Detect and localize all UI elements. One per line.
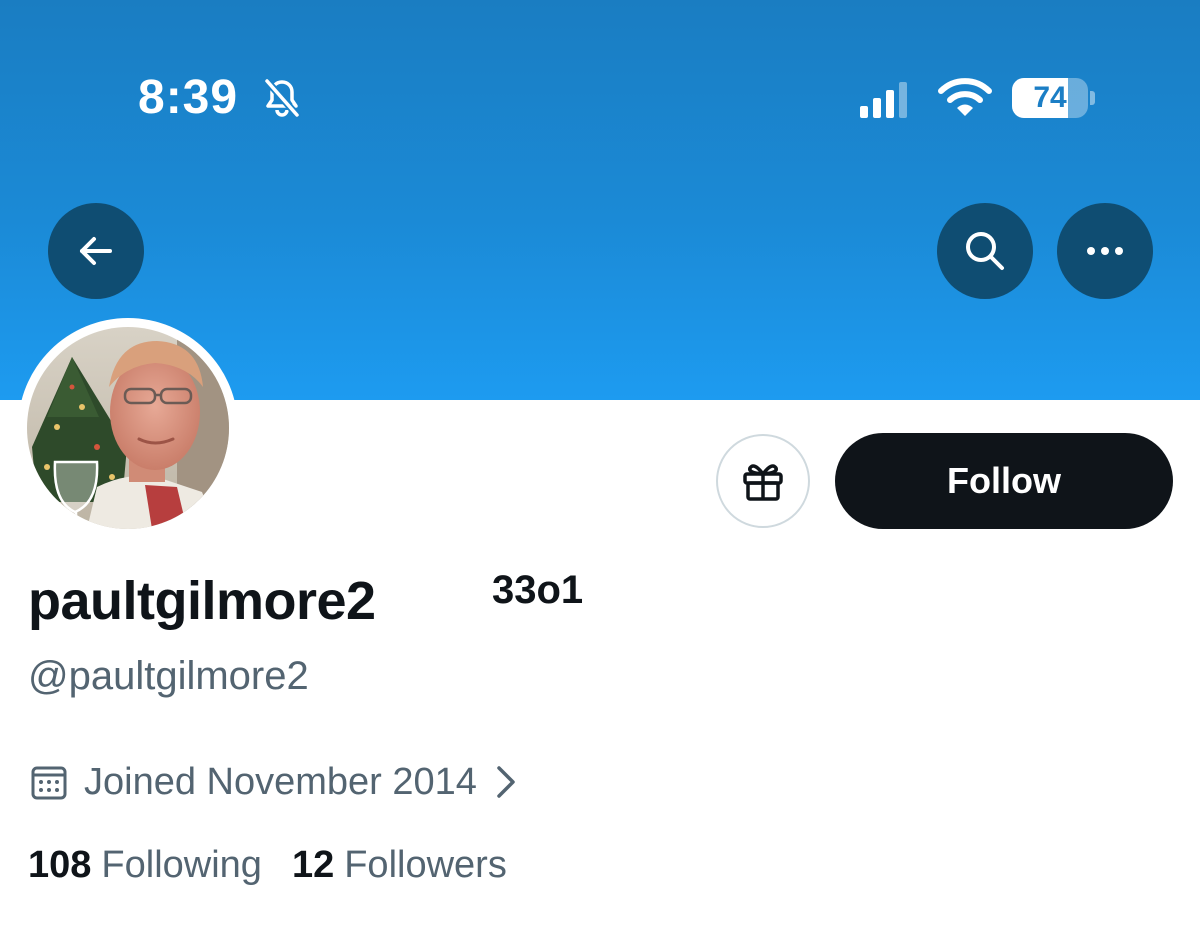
battery-level: 74 (1033, 81, 1067, 114)
display-name: paultgilmore2 (28, 571, 376, 631)
gift-button[interactable] (716, 434, 810, 528)
gift-icon (743, 464, 783, 501)
search-button[interactable] (937, 203, 1033, 299)
following-count: 108 (28, 844, 92, 886)
avatar[interactable] (27, 327, 229, 529)
search-icon (966, 232, 1004, 270)
joined-date-row[interactable]: Joined November 2014 (30, 756, 519, 808)
followers-link[interactable]: 12 Followers (292, 844, 507, 887)
wifi-icon (938, 78, 992, 116)
chevron-right-icon (497, 766, 515, 798)
back-button[interactable] (48, 203, 144, 299)
followers-count: 12 (291, 844, 335, 886)
more-button[interactable] (1057, 203, 1153, 299)
avatar-photo (27, 327, 229, 529)
user-handle: @paultgilmore2 (28, 654, 309, 698)
follow-button[interactable]: Follow (835, 433, 1173, 529)
cellular-signal-icon (860, 82, 907, 118)
bell-slash-icon (263, 77, 301, 119)
name-suffix: 33o1 (492, 568, 584, 612)
calendar-icon (31, 766, 67, 800)
followers-label: Followers (344, 844, 507, 886)
joined-date: Joined November 2014 (84, 760, 477, 803)
follow-stats: 108 Following 12 Followers (28, 844, 507, 887)
following-link[interactable]: 108 Following (28, 844, 262, 887)
battery-indicator: 74 (1012, 78, 1088, 118)
arrow-left-icon (80, 237, 112, 265)
more-horizontal-icon (1087, 247, 1123, 255)
battery-nub (1090, 91, 1095, 105)
following-label: Following (101, 844, 262, 886)
status-time: 8:39 (138, 71, 239, 124)
